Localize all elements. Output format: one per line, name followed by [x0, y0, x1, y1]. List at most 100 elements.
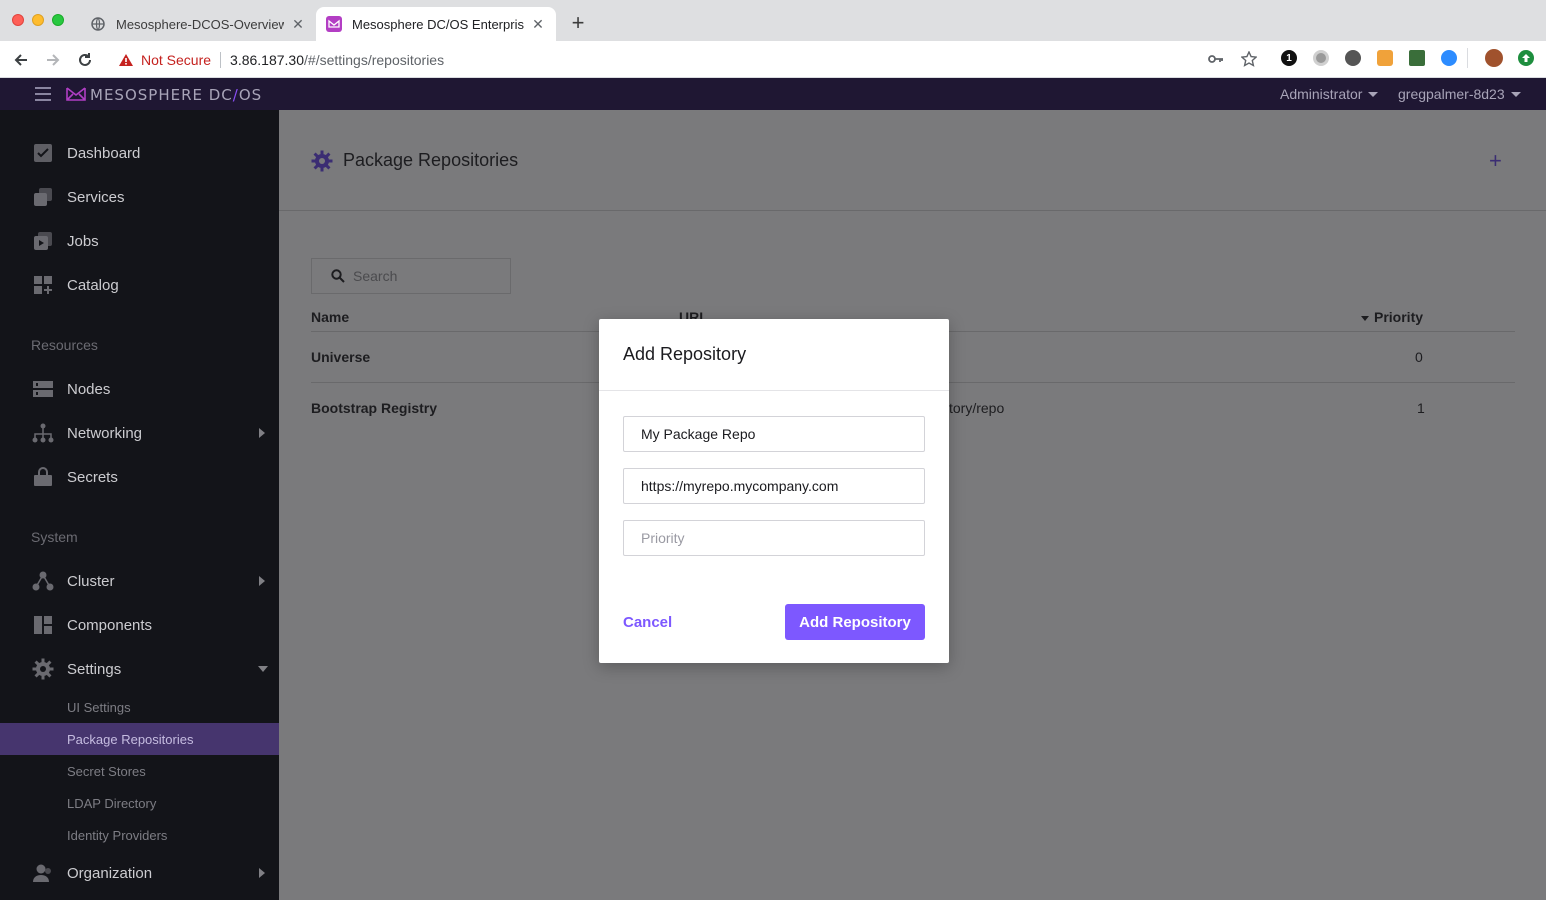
sidebar-subitem-secret-stores[interactable]: Secret Stores	[0, 755, 279, 787]
extension-orange-icon[interactable]	[1377, 50, 1393, 66]
modal-title: Add Repository	[623, 344, 747, 364]
column-header-priority[interactable]: Priority	[1361, 309, 1423, 325]
close-tab-icon[interactable]: ✕	[290, 16, 306, 32]
sidebar-item-label: Dashboard	[67, 144, 141, 162]
repository-url-field[interactable]	[623, 468, 925, 504]
sidebar-item-cluster[interactable]: Cluster	[0, 563, 279, 599]
chevron-right-icon[interactable]	[259, 428, 265, 438]
components-icon	[32, 614, 54, 636]
maximize-window-button[interactable]	[52, 14, 64, 26]
brand-left: MESOSPHERE DC	[90, 86, 233, 104]
sidebar-heading-system: System	[31, 529, 78, 545]
sidebar-item-label: Components	[67, 616, 153, 634]
sidebar-subitem-label: Package Repositories	[67, 731, 194, 747]
nodes-icon	[32, 378, 54, 400]
add-repository-plus-icon[interactable]: +	[1489, 148, 1502, 174]
sidebar-subitem-identity-providers[interactable]: Identity Providers	[0, 819, 279, 851]
role-dropdown[interactable]: Administrator	[1280, 86, 1379, 102]
sidebar-item-organization[interactable]: Organization	[0, 855, 279, 891]
chevron-down-icon	[1368, 91, 1379, 97]
brand-right: OS	[238, 86, 263, 104]
page-header: Package Repositories +	[279, 110, 1546, 211]
networking-icon	[32, 422, 54, 444]
chevron-right-icon[interactable]	[259, 868, 265, 878]
extension-1password-icon[interactable]: 1	[1281, 50, 1297, 66]
sidebar-item-label: Jobs	[67, 232, 99, 250]
services-icon	[32, 186, 54, 208]
row-uri: tory/repo	[949, 400, 1005, 416]
sidebar-subitem-ui-settings[interactable]: UI Settings	[0, 691, 279, 723]
column-header-name[interactable]: Name	[311, 309, 349, 325]
role-label: Administrator	[1280, 86, 1363, 102]
sidebar-item-catalog[interactable]: Catalog	[0, 267, 279, 303]
close-window-button[interactable]	[12, 14, 24, 26]
sidebar-item-label: Secrets	[67, 468, 118, 486]
extension-people-icon[interactable]	[1345, 50, 1361, 66]
gear-icon	[32, 658, 54, 680]
sidebar-item-jobs[interactable]: Jobs	[0, 223, 279, 259]
minimize-window-button[interactable]	[32, 14, 44, 26]
cancel-button[interactable]: Cancel	[623, 614, 672, 631]
sidebar-subitem-package-repositories[interactable]: Package Repositories	[0, 723, 279, 755]
new-tab-button[interactable]: +	[566, 12, 590, 36]
modal-header: Add Repository	[599, 319, 949, 391]
secrets-icon	[32, 466, 54, 488]
sidebar-item-settings[interactable]: Settings	[0, 651, 279, 687]
sidebar-item-label: Nodes	[67, 380, 111, 398]
chevron-right-icon[interactable]	[259, 576, 265, 586]
sidebar-subitem-ldap-directory[interactable]: LDAP Directory	[0, 787, 279, 819]
sidebar-item-label: Catalog	[67, 276, 119, 294]
extension-clipboard-icon[interactable]	[1409, 50, 1425, 66]
sidebar-item-dashboard[interactable]: Dashboard	[0, 135, 279, 171]
key-icon[interactable]	[1207, 50, 1225, 68]
repository-priority-input[interactable]	[624, 521, 924, 555]
close-tab-icon[interactable]: ✕	[530, 16, 546, 32]
brand-wordmark: MESOSPHERE DC/OS	[90, 86, 262, 104]
browser-tab-overview[interactable]: Mesosphere-DCOS-Overview.p ✕	[80, 7, 316, 41]
security-status[interactable]: Not Secure	[141, 52, 211, 68]
sidebar-item-label: Networking	[67, 424, 143, 442]
extension-circle-icon[interactable]	[1313, 50, 1329, 66]
toolbar-divider	[1467, 48, 1468, 68]
tab-title: Mesosphere-DCOS-Overview.p	[116, 16, 284, 32]
sidebar-item-secrets[interactable]: Secrets	[0, 459, 279, 495]
sidebar-item-networking[interactable]: Networking	[0, 415, 279, 451]
back-icon[interactable]	[10, 49, 32, 71]
sidebar-item-label: Organization	[67, 864, 153, 882]
repository-url-input[interactable]	[624, 469, 924, 503]
tab-title: Mesosphere DC/OS Enterprise	[352, 16, 524, 32]
sidebar-item-components[interactable]: Components	[0, 607, 279, 643]
row-priority: 0	[1415, 349, 1423, 365]
sidebar-item-label: Cluster	[67, 572, 115, 590]
add-repository-button[interactable]: Add Repository	[785, 604, 925, 640]
warning-icon	[118, 52, 134, 68]
reload-icon[interactable]	[74, 49, 96, 71]
browser-tab-dcos[interactable]: Mesosphere DC/OS Enterprise ✕	[316, 7, 556, 41]
repository-priority-field[interactable]	[623, 520, 925, 556]
repository-name-input[interactable]	[624, 417, 924, 451]
bookmark-star-icon[interactable]	[1240, 50, 1258, 68]
url-path: /#/settings/repositories	[304, 51, 445, 68]
repository-name-field[interactable]	[623, 416, 925, 452]
search-field[interactable]	[311, 258, 511, 294]
browser-tab-bar: Mesosphere-DCOS-Overview.p ✕ Mesosphere …	[0, 0, 1546, 41]
sidebar-item-label: Settings	[67, 660, 122, 678]
address-bar[interactable]: Not Secure 3.86.187.30 /#/settings/repos…	[108, 45, 1268, 74]
search-input[interactable]	[353, 268, 503, 284]
user-dropdown[interactable]: gregpalmer-8d23	[1398, 86, 1521, 102]
app-header: MESOSPHERE DC/OS Administrator gregpalme…	[0, 78, 1546, 110]
search-icon	[331, 269, 345, 283]
extension-zoom-icon[interactable]	[1441, 50, 1457, 66]
forward-icon[interactable]	[42, 49, 64, 71]
sidebar-item-services[interactable]: Services	[0, 179, 279, 215]
globe-icon	[90, 16, 106, 32]
sidebar-item-nodes[interactable]: Nodes	[0, 371, 279, 407]
add-repository-modal: Add Repository Cancel Add Repository	[599, 319, 949, 663]
chevron-down-icon[interactable]	[258, 666, 268, 672]
menu-icon[interactable]	[35, 87, 51, 101]
update-arrow-icon[interactable]	[1518, 50, 1534, 66]
dashboard-icon	[32, 142, 54, 164]
gear-icon	[311, 150, 333, 177]
jobs-icon	[32, 230, 54, 252]
profile-avatar[interactable]	[1485, 49, 1503, 67]
